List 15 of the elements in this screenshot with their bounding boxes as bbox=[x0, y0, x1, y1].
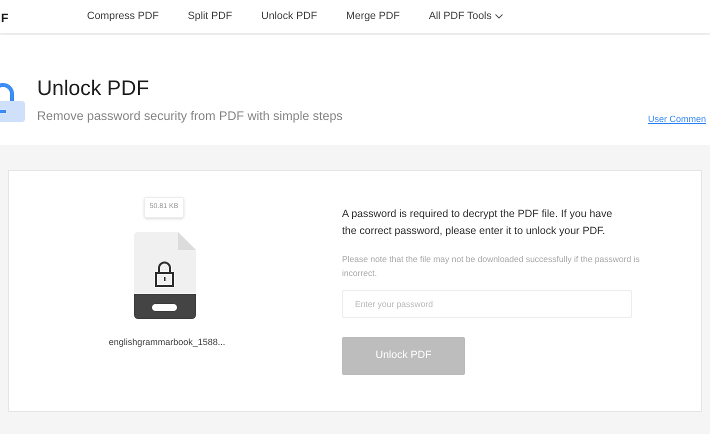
nav-link[interactable]: Compress PDF bbox=[87, 8, 159, 24]
page-title: Unlock PDF bbox=[37, 76, 150, 102]
padlock-icon bbox=[0, 81, 26, 123]
file-name: englishgrammarbook_1588... bbox=[108, 336, 226, 349]
logo-text: F bbox=[1, 10, 8, 27]
chevron-down-icon bbox=[494, 14, 503, 19]
password-note: Please note that the file may not be downloaded successfully if the password is incorrect. bbox=[342, 253, 641, 280]
nav-link[interactable]: Unlock PDF bbox=[261, 8, 318, 24]
nav-link[interactable]: Merge PDF bbox=[346, 8, 400, 24]
password-message: A password is required to decrypt the PDF file. If you have the correct password, please enter it to unlock your PDF. bbox=[342, 207, 614, 239]
nav-link[interactable]: All PDF Tools bbox=[428, 8, 503, 24]
nav-link[interactable]: Split PDF bbox=[188, 8, 232, 24]
password-field[interactable]: Enter your password bbox=[342, 290, 632, 318]
page-subtitle: Remove password security from PDF with simple steps bbox=[37, 108, 343, 125]
locked-file-icon bbox=[134, 232, 196, 318]
